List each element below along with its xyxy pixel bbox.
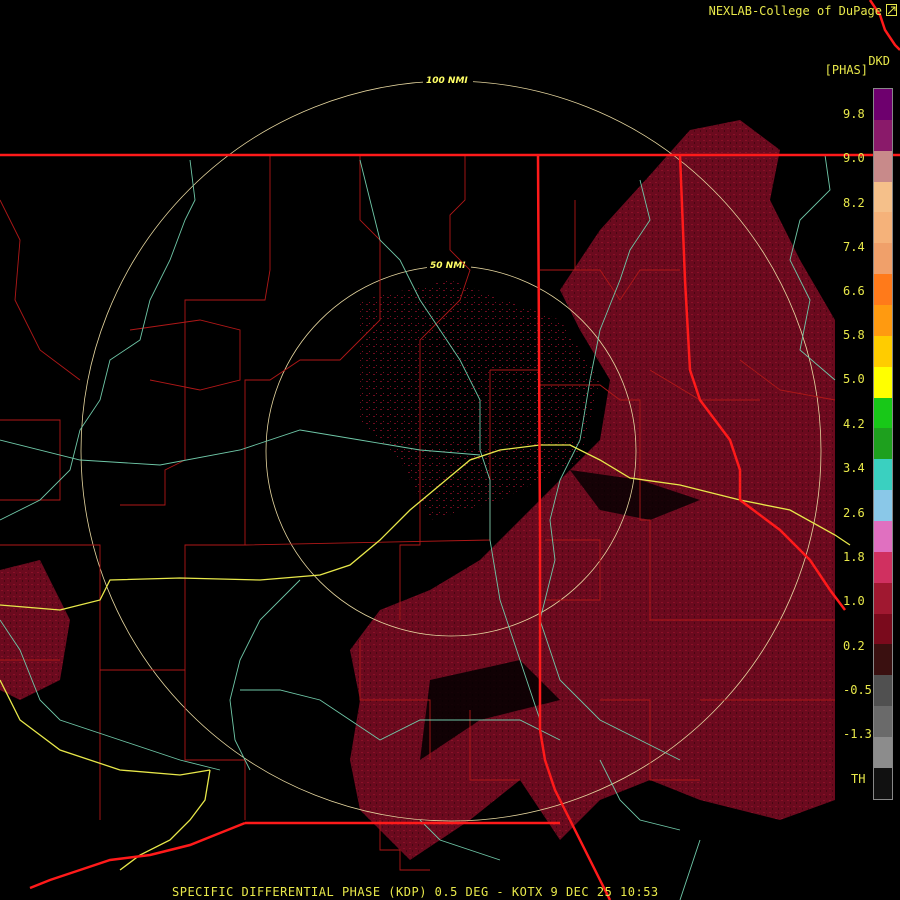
color-scale-swatch [874, 551, 892, 583]
color-scale-swatch [874, 582, 892, 614]
ring-label-50: 50 NMI [430, 261, 466, 271]
color-scale-swatch [874, 119, 892, 151]
color-scale-swatch [874, 428, 892, 460]
scale-tick-label: 4.2 [843, 417, 865, 431]
color-scale-swatch [874, 274, 892, 306]
scale-tick-label: 1.8 [843, 550, 865, 564]
external-link-icon[interactable] [886, 4, 897, 16]
units-label: [PHAS] [824, 63, 868, 77]
color-scale-swatch [874, 366, 892, 398]
color-scale-swatch [874, 397, 892, 429]
scale-tick-label: 3.4 [843, 461, 865, 475]
color-scale-swatch [874, 613, 892, 645]
color-scale-swatch [874, 675, 892, 707]
echo-region [0, 120, 835, 860]
color-scale-swatch [874, 243, 892, 275]
color-scale-bar [873, 88, 893, 800]
scale-tick-label: -1.3 [843, 727, 872, 741]
color-scale-swatch [874, 644, 892, 676]
scale-tick-label: 9.8 [843, 107, 865, 121]
color-scale-swatch [874, 212, 892, 244]
product-code: DKD [868, 54, 890, 68]
color-scale-swatch [874, 335, 892, 367]
credit-label: NEXLAB-College of DuPage [708, 4, 882, 18]
scale-tick-label: 8.2 [843, 196, 865, 210]
scale-tick-label: 9.0 [843, 151, 865, 165]
color-scale-swatch [874, 181, 892, 213]
scale-tick-label: 6.6 [843, 284, 865, 298]
color-scale-swatch [874, 459, 892, 491]
scale-tick-label: 5.8 [843, 328, 865, 342]
scale-tick-label: 2.6 [843, 506, 865, 520]
color-scale-swatch [874, 305, 892, 336]
scale-tick-label: -0.5 [843, 683, 872, 697]
color-scale-swatch [874, 521, 892, 552]
color-scale-swatch [874, 150, 892, 182]
color-scale-swatch [874, 490, 892, 522]
color-scale-swatch [874, 89, 892, 120]
color-scale-swatch [874, 737, 892, 768]
scale-tick-label: 7.4 [843, 240, 865, 254]
scale-tick-label: 1.0 [843, 594, 865, 608]
ring-label-100: 100 NMI [426, 76, 468, 86]
product-footer: SPECIFIC DIFFERENTIAL PHASE (KDP) 0.5 DE… [172, 885, 659, 899]
radar-map: 50 NMI 100 NMI [0, 0, 900, 900]
scale-tick-label: 5.0 [843, 372, 865, 386]
scale-tick-label: 0.2 [843, 639, 865, 653]
scale-tick-label: TH [851, 772, 866, 786]
color-scale-swatch [874, 706, 892, 738]
